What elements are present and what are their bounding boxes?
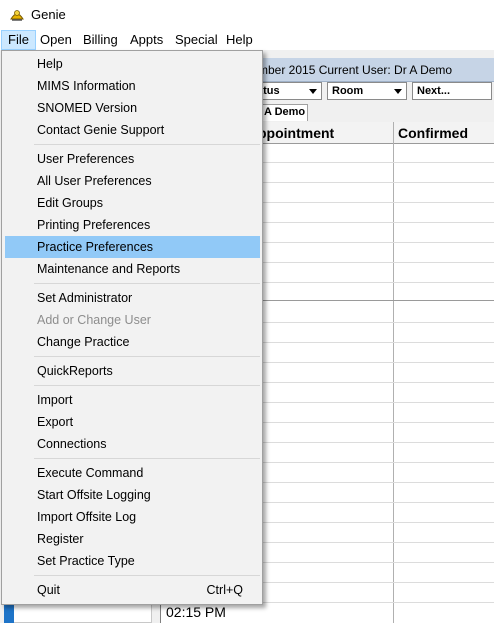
menu-item-snomed-version[interactable]: SNOMED Version	[5, 97, 260, 119]
menu-item-label: Connections	[37, 437, 107, 451]
menu-item-all-user-preferences[interactable]: All User Preferences	[5, 170, 260, 192]
menu-item-label: Quit	[37, 583, 60, 597]
menu-item-label: Register	[37, 532, 84, 546]
menu-item-label: Change Practice	[37, 335, 130, 349]
menu-separator	[34, 144, 260, 145]
column-divider	[393, 122, 394, 623]
tab-doctor[interactable]: A Demo	[260, 104, 308, 121]
menu-item-practice-preferences[interactable]: Practice Preferences	[5, 236, 260, 258]
menu-item-execute-command[interactable]: Execute Command	[5, 462, 260, 484]
menu-item-start-offsite-logging[interactable]: Start Offsite Logging	[5, 484, 260, 506]
menu-item-label: Edit Groups	[37, 196, 104, 210]
menu-item-label: Practice Preferences	[37, 240, 154, 254]
menu-separator	[34, 458, 260, 459]
menu-item-help[interactable]: Help	[5, 53, 260, 75]
menu-open[interactable]: Open	[34, 30, 78, 50]
menu-file[interactable]: File	[1, 30, 36, 50]
time-slot-label: 02:15 PM	[166, 604, 226, 620]
quit-shortcut: Ctrl+Q	[206, 583, 243, 597]
menu-item-register[interactable]: Register	[5, 528, 260, 550]
menu-separator	[34, 356, 260, 357]
menu-item-maintenance-and-reports[interactable]: Maintenance and Reports	[5, 258, 260, 280]
menu-item-export[interactable]: Export	[5, 411, 260, 433]
menu-item-add-or-change-user: Add or Change User	[5, 309, 260, 331]
title-bar: Genie	[0, 0, 494, 30]
menu-item-change-practice[interactable]: Change Practice	[5, 331, 260, 353]
menu-help[interactable]: Help	[220, 30, 259, 50]
window-title: Genie	[31, 7, 66, 22]
room-combo[interactable]: Room	[327, 82, 407, 100]
menu-item-label: Export	[37, 415, 74, 429]
menu-separator	[34, 385, 260, 386]
menu-item-user-preferences[interactable]: User Preferences	[5, 148, 260, 170]
menu-item-label: User Preferences	[37, 152, 135, 166]
menu-item-label: SNOMED Version	[37, 101, 138, 115]
menu-item-label: Set Practice Type	[37, 554, 135, 568]
genie-app-icon	[9, 7, 25, 23]
menu-item-connections[interactable]: Connections	[5, 433, 260, 455]
chevron-down-icon	[394, 89, 402, 94]
menu-item-import-offsite-log[interactable]: Import Offsite Log	[5, 506, 260, 528]
menu-item-printing-preferences[interactable]: Printing Preferences	[5, 214, 260, 236]
menu-item-contact-genie-support[interactable]: Contact Genie Support	[5, 119, 260, 141]
menu-item-label: Add or Change User	[37, 313, 151, 327]
menu-item-quickreports[interactable]: QuickReports	[5, 360, 260, 382]
menu-item-label: Printing Preferences	[37, 218, 151, 232]
next-button[interactable]: Next...	[412, 82, 492, 100]
menu-item-label: Contact Genie Support	[37, 123, 165, 137]
menu-billing[interactable]: Billing	[77, 30, 124, 50]
menu-item-label: Help	[37, 57, 63, 71]
menu-item-label: Import Offsite Log	[37, 510, 137, 524]
next-button-label: Next...	[417, 85, 451, 97]
menu-item-label: QuickReports	[37, 364, 113, 378]
menu-item-mims-information[interactable]: MIMS Information	[5, 75, 260, 97]
menu-item-label: Set Administrator	[37, 291, 133, 305]
menu-item-label: Execute Command	[37, 466, 144, 480]
menu-separator	[34, 575, 260, 576]
menu-item-label: All User Preferences	[37, 174, 152, 188]
room-combo-value: Room	[332, 85, 364, 97]
menu-item-edit-groups[interactable]: Edit Groups	[5, 192, 260, 214]
menu-separator	[34, 283, 260, 284]
column-header-appointment[interactable]: ppointment	[258, 125, 334, 141]
header-date-user: mber 2015 Current User: Dr A Demo	[258, 63, 453, 77]
menu-item-label: Import	[37, 393, 73, 407]
menu-item-label: MIMS Information	[37, 79, 136, 93]
menu-special[interactable]: Special	[169, 30, 224, 50]
menu-item-label: Maintenance and Reports	[37, 262, 181, 276]
column-header-confirmed[interactable]: Confirmed	[398, 125, 468, 141]
menu-item-label: Start Offsite Logging	[37, 488, 151, 502]
file-menu-dropdown: Help MIMS Information SNOMED Version Contac…	[1, 50, 263, 605]
menu-item-quit[interactable]: Quit Ctrl+Q	[5, 579, 260, 601]
menu-appts[interactable]: Appts	[124, 30, 169, 50]
chevron-down-icon	[309, 89, 317, 94]
tab-doctor-label: A Demo	[264, 106, 306, 118]
menu-bar: File Open Billing Appts Special Help	[0, 30, 494, 50]
menu-item-set-administrator[interactable]: Set Administrator	[5, 287, 260, 309]
menu-item-set-practice-type[interactable]: Set Practice Type	[5, 550, 260, 572]
menu-item-import[interactable]: Import	[5, 389, 260, 411]
